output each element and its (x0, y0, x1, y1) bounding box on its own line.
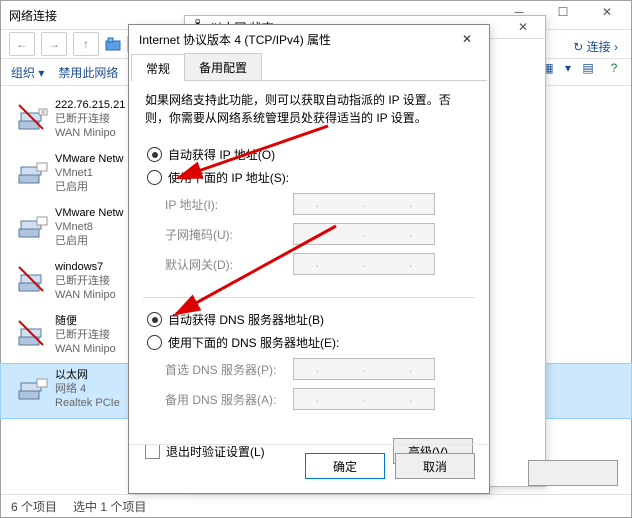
network-adapter-icon (17, 211, 49, 243)
dns-manual-radio[interactable]: 使用下面的 DNS 服务器地址(E): (147, 331, 471, 354)
radio-icon (147, 312, 162, 327)
ip-address-label: IP 地址(I): (165, 196, 285, 213)
tab-strip: 常规 备用配置 (131, 53, 487, 81)
close-button[interactable]: ✕ (501, 16, 545, 38)
ip-manual-radio[interactable]: 使用下面的 IP 地址(S): (147, 166, 471, 189)
pref-dns-input: ... (293, 358, 435, 380)
window-title: 网络连接 (9, 7, 57, 24)
status-bar: 6 个项目 选中 1 个项目 (1, 494, 631, 517)
up-button[interactable]: ↑ (73, 32, 99, 56)
close-button[interactable]: ✕ (585, 1, 629, 23)
dialog-body: 如果网络支持此功能，则可以获取自动指派的 IP 设置。否则，你需要从网络系统管理… (129, 81, 489, 476)
layout-icon[interactable]: ▤ (579, 59, 597, 77)
radio-icon (147, 170, 162, 185)
disable-device-button[interactable]: 禁用此网络 (58, 64, 118, 81)
network-adapter-icon (17, 157, 49, 189)
back-button[interactable]: ← (9, 32, 35, 56)
subnet-mask-label: 子网掩码(U): (165, 226, 285, 243)
gateway-input: ... (293, 253, 435, 275)
description-text: 如果网络支持此功能，则可以获取自动指派的 IP 设置。否则，你需要从网络系统管理… (145, 91, 473, 127)
selection-count: 选中 1 个项目 (73, 498, 146, 515)
cancel-button[interactable]: 取消 (395, 453, 475, 479)
close-button[interactable]: ✕ (445, 25, 489, 53)
location-icon (105, 36, 121, 52)
organize-menu[interactable]: 组织 ▾ (11, 64, 44, 81)
item-count: 6 个项目 (11, 498, 57, 515)
ip-auto-radio[interactable]: 自动获得 IP 地址(O) (147, 143, 471, 166)
alt-dns-label: 备用 DNS 服务器(A): (165, 391, 285, 408)
alt-dns-input: ... (293, 388, 435, 410)
dns-group: 自动获得 DNS 服务器地址(B) 使用下面的 DNS 服务器地址(E): 首选… (145, 304, 473, 424)
pref-dns-label: 首选 DNS 服务器(P): (165, 361, 285, 378)
dns-auto-radio[interactable]: 自动获得 DNS 服务器地址(B) (147, 308, 471, 331)
toolbar-right: ▦ ▾ ▤ ? (539, 59, 623, 77)
radio-icon (147, 335, 162, 350)
tab-alternate[interactable]: 备用配置 (184, 53, 262, 80)
network-adapter-icon (17, 103, 49, 135)
ok-button[interactable]: 确定 (305, 453, 385, 479)
radio-label: 自动获得 IP 地址(O) (168, 146, 275, 163)
search-hint[interactable]: ↻ 连接 › (573, 38, 618, 55)
ip-address-input: ... (293, 193, 435, 215)
dialog-titlebar: Internet 协议版本 4 (TCP/IPv4) 属性 ✕ (129, 25, 489, 53)
radio-label: 自动获得 DNS 服务器地址(B) (168, 311, 324, 328)
tab-general[interactable]: 常规 (131, 54, 185, 81)
maximize-button[interactable]: ☐ (541, 1, 585, 23)
radio-icon (147, 147, 162, 162)
bg-button[interactable] (528, 460, 618, 486)
help-icon[interactable]: ? (605, 59, 623, 77)
radio-label: 使用下面的 DNS 服务器地址(E): (168, 334, 339, 351)
network-adapter-icon (17, 373, 49, 405)
network-adapter-icon (17, 319, 49, 351)
ip-group: 自动获得 IP 地址(O) 使用下面的 IP 地址(S): IP 地址(I):.… (145, 139, 473, 289)
subnet-mask-input: ... (293, 223, 435, 245)
dialog-buttons: 确定 取消 (129, 444, 489, 487)
gateway-label: 默认网关(D): (165, 256, 285, 273)
radio-label: 使用下面的 IP 地址(S): (168, 169, 289, 186)
dialog-title: Internet 协议版本 4 (TCP/IPv4) 属性 (139, 31, 331, 48)
network-adapter-icon (17, 265, 49, 297)
forward-button[interactable]: → (41, 32, 67, 56)
ipv4-properties-dialog: Internet 协议版本 4 (TCP/IPv4) 属性 ✕ 常规 备用配置 … (128, 24, 490, 494)
